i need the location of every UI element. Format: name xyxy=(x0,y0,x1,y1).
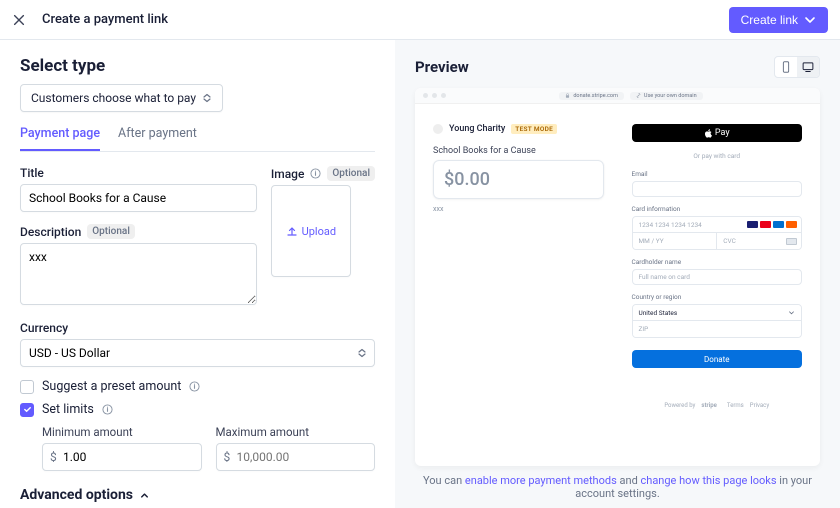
description-label: Description xyxy=(20,225,81,239)
preview-browser: donate.stripe.com Use your own domain Yo… xyxy=(415,88,820,466)
product-title: School Books for a Cause xyxy=(433,146,604,156)
browser-chrome: donate.stripe.com Use your own domain xyxy=(415,88,820,104)
chevron-updown-icon xyxy=(202,93,212,103)
select-type-dropdown[interactable]: Customers choose what to pay xyxy=(20,84,223,112)
device-desktop[interactable] xyxy=(797,57,819,77)
zip-input[interactable]: ZIP xyxy=(633,321,802,337)
create-link-button[interactable]: Create link xyxy=(729,7,828,33)
info-icon xyxy=(102,404,113,415)
optional-badge: Optional xyxy=(327,166,375,181)
donate-button[interactable]: Donate xyxy=(632,350,803,368)
select-type-heading: Select type xyxy=(20,56,375,76)
amount-value: $0.00 xyxy=(444,169,593,190)
suggest-preset-label: Suggest a preset amount xyxy=(42,379,181,394)
page-title: Create a payment link xyxy=(42,12,168,27)
advanced-heading: Advanced options xyxy=(20,487,133,503)
currency-symbol: $ xyxy=(50,450,57,464)
merchant-brand: Young Charity TEST MODE xyxy=(433,124,604,134)
info-icon xyxy=(189,381,200,392)
phone-icon xyxy=(780,61,792,73)
link-icon xyxy=(636,93,641,98)
chevron-up-icon xyxy=(139,490,150,501)
upload-icon xyxy=(286,225,298,237)
min-amount-input[interactable] xyxy=(42,443,202,471)
min-amount-label: Minimum amount xyxy=(42,425,133,439)
title-label: Title xyxy=(20,166,44,180)
create-link-label: Create link xyxy=(741,13,798,27)
email-label: Email xyxy=(632,170,803,178)
apple-pay-button[interactable]: Pay xyxy=(632,124,803,142)
chevron-down-icon xyxy=(788,309,795,316)
test-mode-badge: TEST MODE xyxy=(511,124,557,134)
currency-select[interactable]: USD - US Dollar xyxy=(20,339,375,367)
email-input[interactable] xyxy=(632,181,803,197)
image-upload[interactable]: Upload xyxy=(271,185,351,277)
optional-badge: Optional xyxy=(87,224,135,239)
set-limits-checkbox[interactable] xyxy=(20,403,34,417)
suggest-preset-checkbox[interactable] xyxy=(20,380,34,394)
tab-after-payment[interactable]: After payment xyxy=(118,126,197,151)
card-label: Card information xyxy=(632,205,803,213)
cardholder-label: Cardholder name xyxy=(632,258,803,266)
description-input[interactable]: xxx xyxy=(20,243,257,305)
privacy-link[interactable]: Privacy xyxy=(750,402,769,409)
apple-icon xyxy=(704,129,713,138)
device-mobile[interactable] xyxy=(775,57,797,77)
card-number-input[interactable]: 1234 1234 1234 1234 xyxy=(633,217,802,233)
currency-symbol: $ xyxy=(224,450,231,464)
card-expiry-input[interactable]: MM / YY xyxy=(633,233,718,249)
upload-label: Upload xyxy=(302,225,336,238)
avatar xyxy=(433,124,443,134)
close-icon[interactable] xyxy=(12,13,26,27)
country-label: Country or region xyxy=(632,293,803,301)
cardholder-input[interactable]: Full name on card xyxy=(632,269,803,285)
preview-heading: Preview xyxy=(415,58,469,76)
address-bar: donate.stripe.com xyxy=(559,92,624,100)
max-amount-label: Maximum amount xyxy=(216,425,310,439)
card-brand-icons xyxy=(747,221,797,228)
product-description: xxx xyxy=(433,205,604,213)
advanced-options-toggle[interactable]: Advanced options xyxy=(20,487,375,503)
info-icon xyxy=(310,168,321,179)
own-domain-link[interactable]: Use your own domain xyxy=(630,92,703,100)
image-label: Image xyxy=(271,167,305,181)
device-toggle xyxy=(774,56,820,78)
divider-text: Or pay with card xyxy=(632,152,803,160)
chevron-down-icon xyxy=(804,14,816,26)
tab-payment-page[interactable]: Payment page xyxy=(20,126,100,151)
currency-label: Currency xyxy=(20,321,68,335)
preview-hint: You can enable more payment methods and … xyxy=(415,474,820,500)
change-looks-link[interactable]: change how this page looks xyxy=(641,474,777,487)
select-type-value: Customers choose what to pay xyxy=(31,91,196,105)
card-cvc-input[interactable]: CVC xyxy=(717,233,801,249)
checkout-footer: Powered by stripe TermsPrivacy xyxy=(632,402,803,409)
amount-input[interactable]: $0.00 xyxy=(433,160,604,199)
country-select[interactable]: United States xyxy=(633,305,802,321)
enable-methods-link[interactable]: enable more payment methods xyxy=(465,474,617,487)
monitor-icon xyxy=(802,61,814,73)
lock-icon xyxy=(565,93,570,98)
max-amount-input[interactable] xyxy=(216,443,376,471)
title-input[interactable] xyxy=(20,184,257,212)
terms-link[interactable]: Terms xyxy=(727,402,744,409)
set-limits-label: Set limits xyxy=(42,402,94,417)
